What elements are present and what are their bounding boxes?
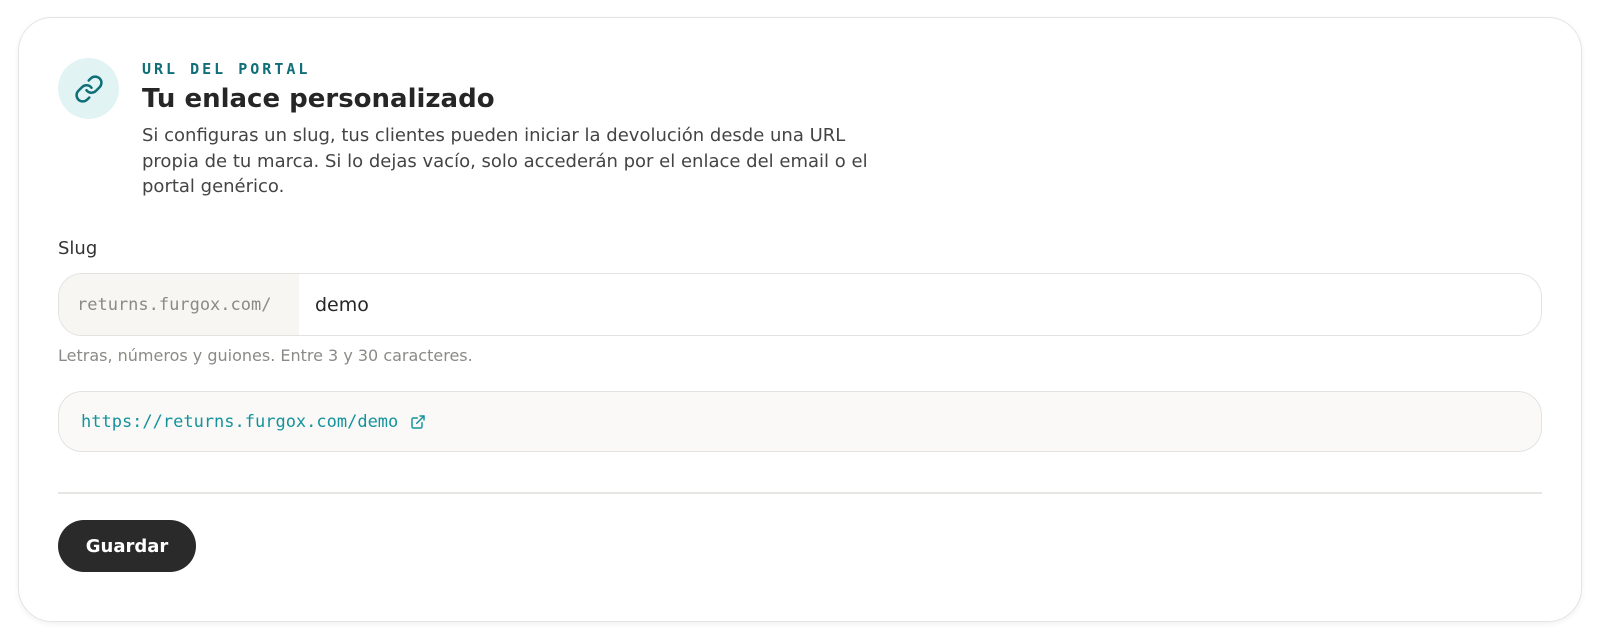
external-link-icon[interactable] xyxy=(410,414,426,430)
section-title: Tu enlace personalizado xyxy=(142,84,495,114)
portal-url-card: URL DEL PORTAL Tu enlace personalizado S… xyxy=(18,17,1582,622)
url-preview-box: https://returns.furgox.com/demo xyxy=(58,391,1542,452)
link-icon xyxy=(58,58,119,119)
slug-hint: Letras, números y guiones. Entre 3 y 30 … xyxy=(58,346,473,365)
portal-url-link[interactable]: https://returns.furgox.com/demo xyxy=(81,412,398,432)
divider xyxy=(58,492,1542,494)
slug-input[interactable] xyxy=(299,274,1541,335)
slug-label: Slug xyxy=(58,238,98,259)
save-button[interactable]: Guardar xyxy=(58,520,196,572)
section-description: Si configuras un slug, tus clientes pued… xyxy=(142,125,868,197)
slug-prefix: returns.furgox.com/ xyxy=(59,274,299,335)
section-eyebrow: URL DEL PORTAL xyxy=(142,60,311,78)
slug-input-group: returns.furgox.com/ xyxy=(58,273,1542,336)
